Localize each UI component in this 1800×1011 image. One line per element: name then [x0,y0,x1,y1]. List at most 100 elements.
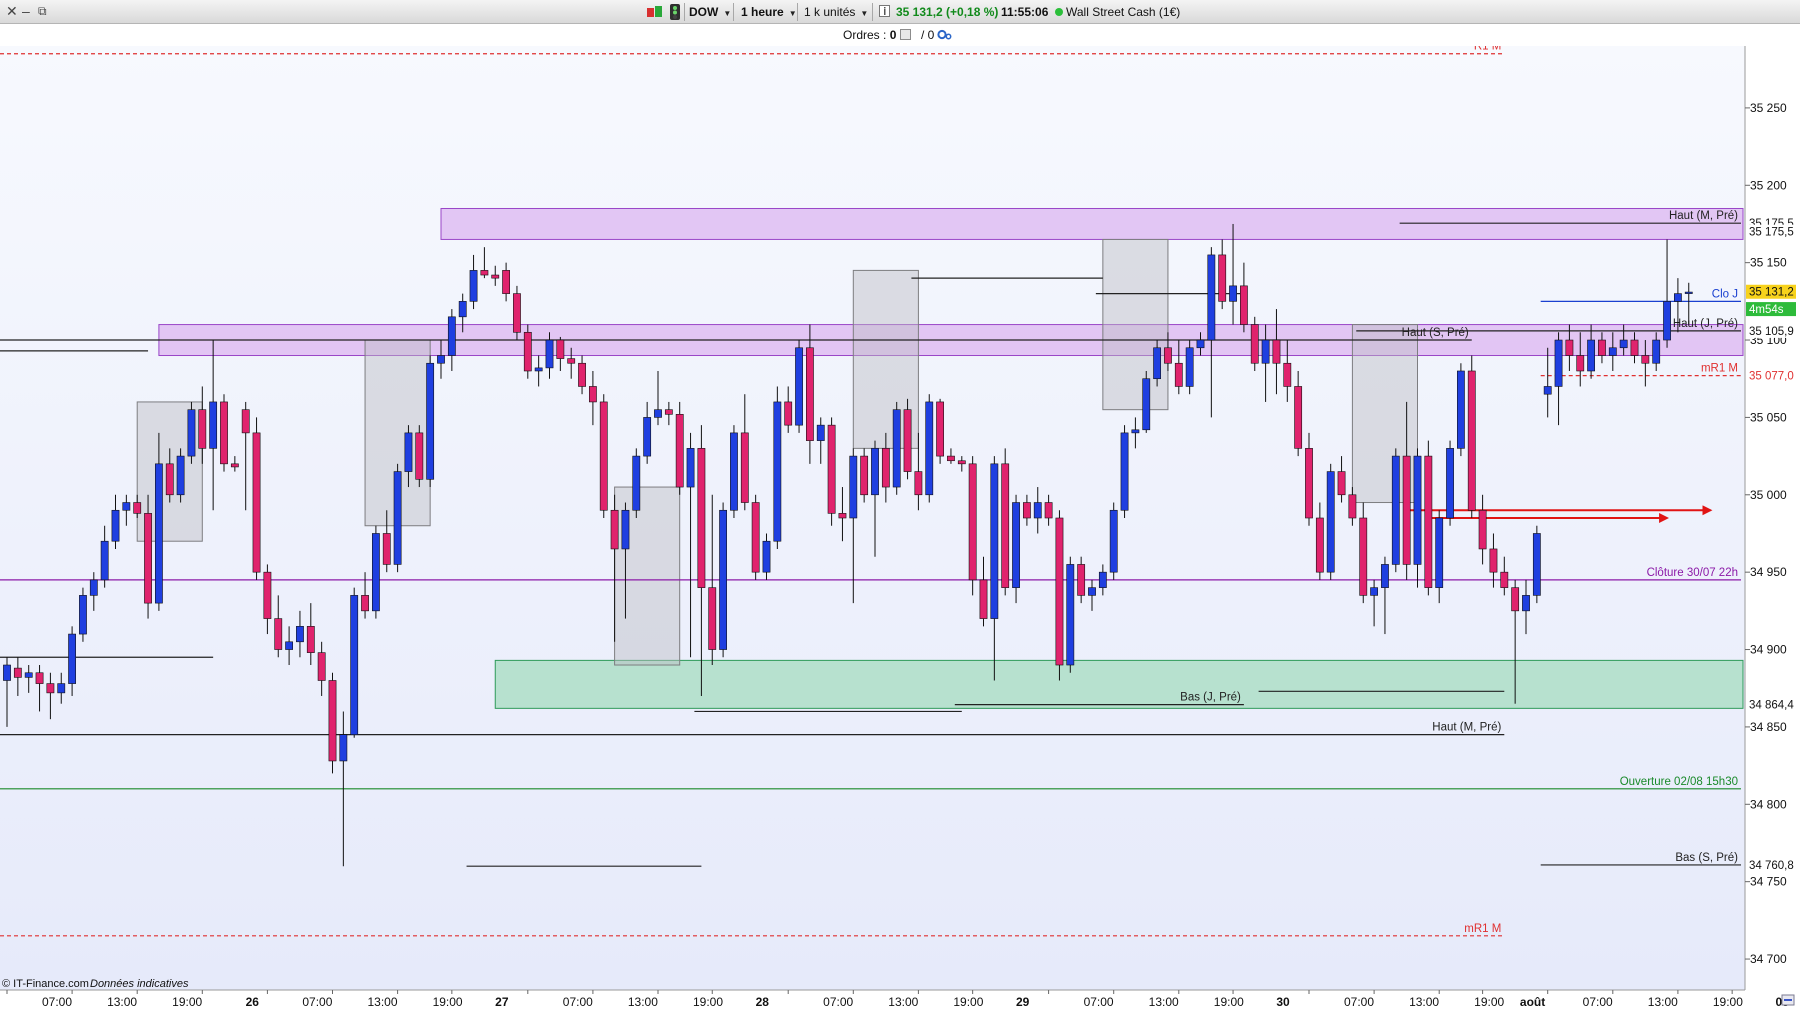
axis-settings-icon [1781,994,1795,1006]
candle-body [675,414,684,488]
candle-body [328,680,337,762]
candle-body [599,401,608,511]
candle [1532,525,1541,604]
candle-body [632,455,641,511]
x-tick-label: 26 [246,995,260,1009]
level-label: Haut (M, Pré) [1669,210,1738,222]
candle [632,448,641,518]
candle-body [1196,339,1205,349]
candle-body [957,460,966,465]
candle [393,463,402,573]
level-label: Ouverture 02/08 15h30 [1620,776,1738,788]
candle-body [1532,533,1541,596]
lot-size-selector[interactable]: 1 k unités ▼ [804,4,868,20]
candle [1185,340,1194,395]
candle-body [469,270,478,302]
candle-body [415,432,424,480]
level-label: mR1 M [1464,923,1501,935]
candle-body [1663,301,1671,341]
candle-body [230,463,239,468]
price-label: 34 864,4 [1749,700,1794,712]
candle-body [1033,502,1042,519]
minimize-window-icon[interactable]: – [22,3,30,19]
candle-body [165,463,174,496]
candle-body [805,347,814,441]
traffic-light-icon[interactable] [668,4,682,20]
candle [1012,494,1020,604]
candle [1446,440,1454,526]
candle-body [1305,448,1313,519]
candle-body [773,401,782,542]
x-tick-label: 13:00 [367,995,397,1009]
candle-body [1022,502,1031,519]
candle-body [1326,471,1335,573]
candle-body [1402,455,1411,565]
candle-body [881,448,890,488]
candle-body [654,409,662,418]
candle-body [947,455,955,462]
order-window-icon[interactable] [896,28,911,42]
candle-body [306,626,315,653]
x-tick-label: 07:00 [1583,995,1613,1009]
candle [599,394,608,518]
candle-body [751,502,760,573]
candlestick-chart[interactable]: R1 MHaut (M, Pré)Clo JHaut (J, Pré)Haut … [0,0,1800,1011]
candle-body [35,672,44,684]
candle-body [990,463,999,619]
candle-body [545,339,554,369]
candle [892,401,901,495]
candle-body [68,633,76,684]
timeframe-selector[interactable]: 1 heure ▼ [741,4,797,20]
candle-body [610,509,619,550]
candle-body [480,270,489,276]
candle [1326,463,1335,580]
price-label: 35 105,9 [1749,326,1794,338]
candle-body [1565,339,1574,356]
candle-body [1391,455,1400,565]
info-icon[interactable] [879,4,891,20]
close-window-icon[interactable]: ✕ [6,3,18,19]
y-tick-label: 34 750 [1750,875,1787,889]
x-tick-label: 13:00 [1648,995,1678,1009]
candle-body [1142,378,1151,431]
candle-body [1598,339,1606,356]
x-tick-label: 07:00 [1344,995,1374,1009]
y-tick-label: 34 700 [1750,952,1787,966]
candle-body [730,432,738,511]
candle-body [89,579,98,596]
candle [426,355,435,488]
footer-note: Données indicatives [90,978,189,990]
price-label: 35 175,5 [1749,227,1794,239]
candle-body [816,424,825,441]
candle [350,587,359,738]
candle-body [1467,370,1476,511]
candle [513,285,521,341]
candle-body [198,409,207,449]
red-green-order-icon[interactable] [646,4,664,20]
settings-gear-icon[interactable] [937,28,952,44]
candle-body [708,587,717,650]
restore-window-icon[interactable]: ⧉ [38,3,47,19]
candle-body [1543,386,1552,395]
candle-body [1250,324,1259,364]
candle-body [1381,564,1389,588]
candle-body [122,502,131,511]
y-tick-label: 34 900 [1750,643,1787,657]
candle-body [1240,285,1248,325]
candle-body [1088,587,1096,596]
candle-body [979,579,988,619]
orders-label: Ordres : 0 [843,28,897,42]
candle-body [936,401,944,457]
candle-body [1229,285,1237,302]
y-tick-label: 34 800 [1750,797,1787,811]
candle-body [317,652,326,681]
candle-body [1674,293,1682,302]
candle-body [697,448,706,588]
candle-body [458,301,467,318]
instrument-selector[interactable]: DOW ▼ [689,4,731,20]
x-tick-label: 19:00 [433,995,463,1009]
candle-body [1120,432,1129,511]
candle-body [1413,455,1422,565]
price-label: 35 077,0 [1749,371,1794,383]
candle-body [762,540,771,573]
